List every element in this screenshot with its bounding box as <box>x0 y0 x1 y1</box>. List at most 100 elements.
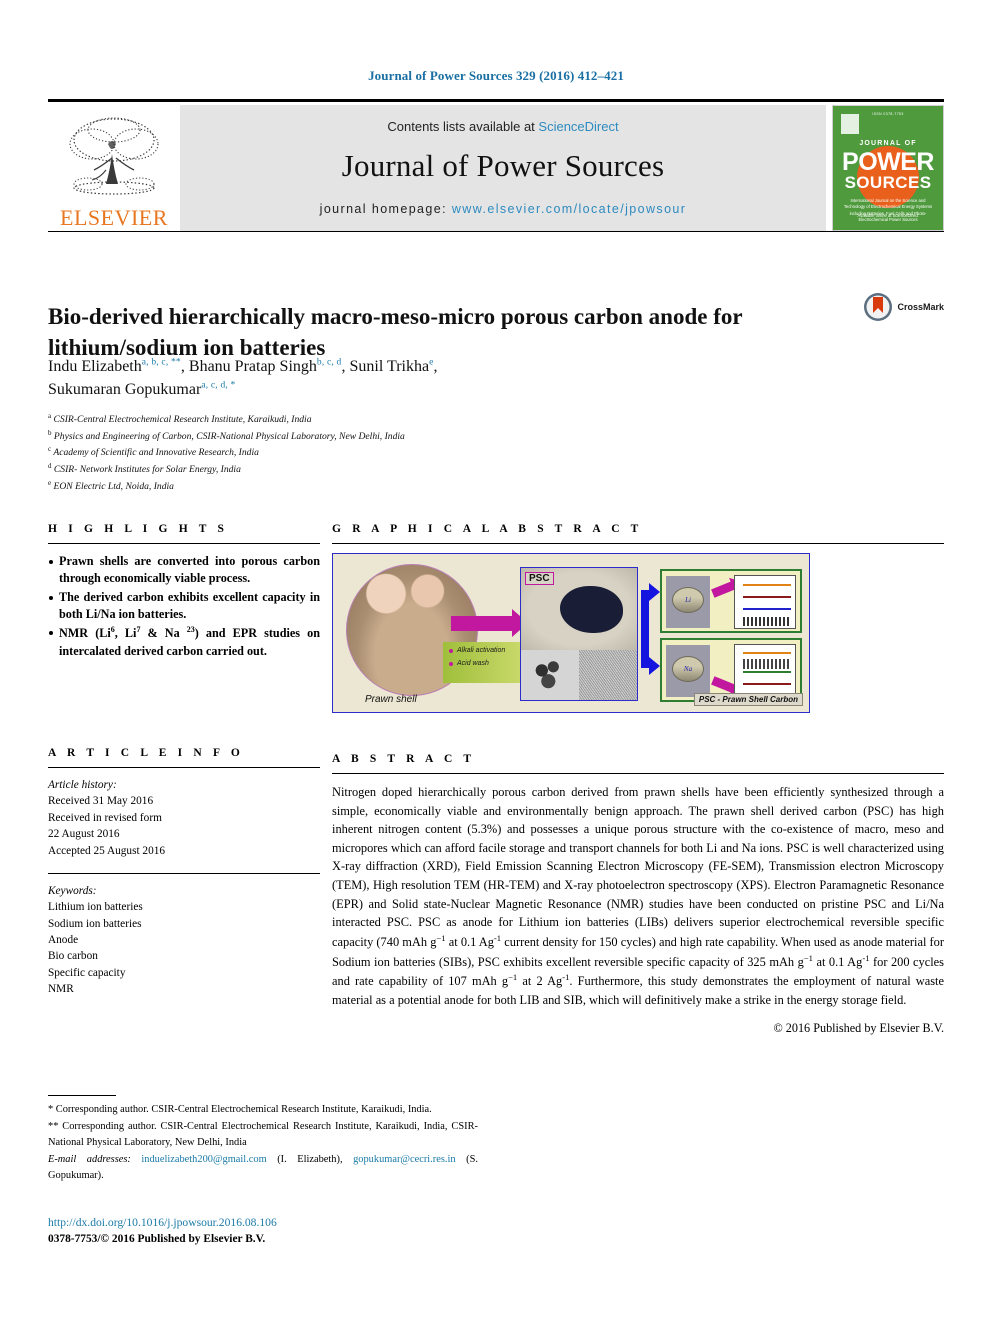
affiliation-text: EON Electric Ltd, Noida, India <box>53 481 174 493</box>
journal-cover-thumbnail: ISSN 0378-7753 JOURNAL OF POWER SOURCES … <box>832 105 944 231</box>
cover-sources-word: SOURCES <box>844 173 932 192</box>
affiliation-item: a CSIR-Central Electrochemical Research … <box>48 411 748 428</box>
author-separator: , <box>341 358 350 375</box>
affiliation-mark: b <box>48 428 52 437</box>
process-steps-band: Alkali activation Acid wash <box>443 642 521 683</box>
email-label: E-mail addresses: <box>48 1154 131 1166</box>
author-separator: , <box>433 358 438 375</box>
graphical-abstract-figure: Prawn shell Alkali activation Acid wash … <box>332 553 810 713</box>
li-cycling-chart <box>734 575 796 629</box>
contents-available-line: Contents lists available at ScienceDirec… <box>387 119 618 134</box>
affiliation-mark: c <box>48 445 52 454</box>
keyword-item: NMR <box>48 983 74 996</box>
abstract-copyright: © 2016 Published by Elsevier B.V. <box>773 1020 944 1035</box>
psc-product-panel <box>520 567 638 701</box>
keyword-item: Lithium ion batteries <box>48 901 143 914</box>
tem-image <box>521 649 579 700</box>
left-column: H I G H L I G H T S Prawn shells are con… <box>48 523 320 998</box>
keyword-item: Anode <box>48 934 79 947</box>
process-step-label: Acid wash <box>449 660 517 667</box>
title-divider <box>48 231 944 232</box>
author-name: Sunil Trikha <box>349 358 430 375</box>
journal-title: Journal of Power Sources <box>341 147 665 183</box>
author-affiliation-marks[interactable]: a, b, c, ** <box>142 358 181 368</box>
author-name: Bhanu Pratap Singh <box>188 358 317 375</box>
article-history-label: Article history: <box>48 779 117 792</box>
na-arrow-icon <box>711 676 735 693</box>
abstract-divider <box>332 773 944 774</box>
cover-journal-of: JOURNAL OF <box>859 140 917 147</box>
author-name: Indu Elizabeth <box>48 358 142 375</box>
list-item: NMR (Li6, Li7 & Na 23) and EPR studies o… <box>48 624 320 660</box>
author-affiliation-marks[interactable]: b, c, d <box>317 358 342 368</box>
affiliation-item: b Physics and Engineering of Carbon, CSI… <box>48 428 748 445</box>
cover-top-text: ISSN 0378-7753 <box>872 112 904 116</box>
graphical-abstract-divider <box>332 543 944 544</box>
author-name: Sukumaran Gopukumar <box>48 380 202 398</box>
email-addresses-line: E-mail addresses: induelizabeth200@gmail… <box>48 1152 478 1183</box>
affiliation-text: Academy of Scientific and Innovative Res… <box>53 447 259 459</box>
process-step-label: Alkali activation <box>449 647 517 654</box>
affiliation-item: c Academy of Scientific and Innovative R… <box>48 444 748 461</box>
footnote-block: * Corresponding author. CSIR-Central Ele… <box>48 1095 478 1185</box>
contents-prefix: Contents lists available at <box>387 118 539 134</box>
homepage-prefix: journal homepage: <box>319 201 452 216</box>
page-title: Bio-derived hierarchically macro-meso-mi… <box>48 304 743 360</box>
journal-masthead: ELSEVIER Contents lists available at Sci… <box>48 99 944 231</box>
corresponding-author-2: ** Corresponding author. CSIR-Central El… <box>48 1121 478 1148</box>
list-item: Prawn shells are converted into porous c… <box>48 553 320 588</box>
affiliation-item: e EON Electric Ltd, Noida, India <box>48 478 748 495</box>
coin-cell-na: Na <box>672 656 704 682</box>
crossmark-icon <box>864 293 893 321</box>
author-affiliation-marks[interactable]: a, c, d, * <box>201 380 235 390</box>
author-entry: Bhanu Pratap Singhb, c, d <box>189 358 342 375</box>
li-arrow-icon <box>711 581 735 598</box>
masthead-center: Contents lists available at ScienceDirec… <box>180 105 826 231</box>
article-history-item: Received 31 May 2016 <box>48 795 154 808</box>
list-item: The derived carbon exhibits excellent ca… <box>48 589 320 624</box>
affiliation-item: d CSIR- Network Institutes for Solar Ene… <box>48 461 748 478</box>
affiliation-mark: d <box>48 462 52 471</box>
affiliation-mark: e <box>48 478 52 487</box>
hrtem-image <box>579 649 637 700</box>
lithium-cell-panel: Li <box>660 569 802 633</box>
affiliation-text: Physics and Engineering of Carbon, CSIR-… <box>53 430 405 442</box>
running-head: Journal of Power Sources 329 (2016) 412–… <box>368 68 624 83</box>
prawn-shell-label: Prawn shell <box>365 694 417 705</box>
cover-foot-text: Available online at ScienceDirect <box>857 213 919 219</box>
affiliation-text: CSIR- Network Institutes for Solar Energ… <box>53 464 241 476</box>
issn-copyright-line: 0378-7753/© 2016 Published by Elsevier B… <box>48 1233 266 1245</box>
highlights-divider <box>48 543 320 544</box>
email-owner-1: (I. Elizabeth), <box>277 1154 343 1166</box>
cover-elsevier-mark-icon <box>841 114 859 134</box>
affiliation-text: CSIR-Central Electrochemical Research In… <box>53 414 312 426</box>
crossmark-badge[interactable]: CrossMark <box>863 292 944 322</box>
journal-homepage-line: journal homepage: www.elsevier.com/locat… <box>320 202 687 216</box>
article-history-item: Accepted 25 August 2016 <box>48 844 166 857</box>
na-cycling-chart <box>734 644 796 698</box>
highlights-heading: H I G H L I G H T S <box>48 523 229 535</box>
elsevier-wordmark: ELSEVIER <box>60 205 168 230</box>
article-info-divider <box>48 767 320 769</box>
article-first-page: Journal of Power Sources 329 (2016) 412–… <box>0 0 992 1323</box>
footnote-divider <box>48 1095 116 1096</box>
email-link-1[interactable]: induelizabeth200@gmail.com <box>141 1154 266 1165</box>
article-history-item: 22 August 2016 <box>48 828 120 841</box>
coin-cell-li: Li <box>672 587 704 613</box>
affiliation-mark: a <box>48 412 52 420</box>
doi-link[interactable]: http://dx.doi.org/10.1016/j.jpowsour.201… <box>48 1216 277 1229</box>
keywords-divider <box>48 872 320 874</box>
homepage-url-link[interactable]: www.elsevier.com/locate/jpowsour <box>452 202 686 216</box>
author-separator: , <box>180 358 189 375</box>
carbon-powder <box>560 586 624 634</box>
author-entry: Sunil Trikhae <box>350 358 434 375</box>
keyword-item: Specific capacity <box>48 966 126 979</box>
elsevier-tree-icon <box>69 117 159 195</box>
sciencedirect-link[interactable]: ScienceDirect <box>538 119 618 134</box>
keyword-item: Sodium ion batteries <box>48 917 142 930</box>
author-entry: Indu Elizabetha, b, c, ** <box>48 358 181 375</box>
email-link-2[interactable]: gopukumar@cecri.res.in <box>353 1154 455 1165</box>
split-arrow-icon <box>641 583 660 675</box>
keyword-item: Bio carbon <box>48 950 98 963</box>
graphical-abstract-footnote: PSC - Prawn Shell Carbon <box>693 693 803 706</box>
